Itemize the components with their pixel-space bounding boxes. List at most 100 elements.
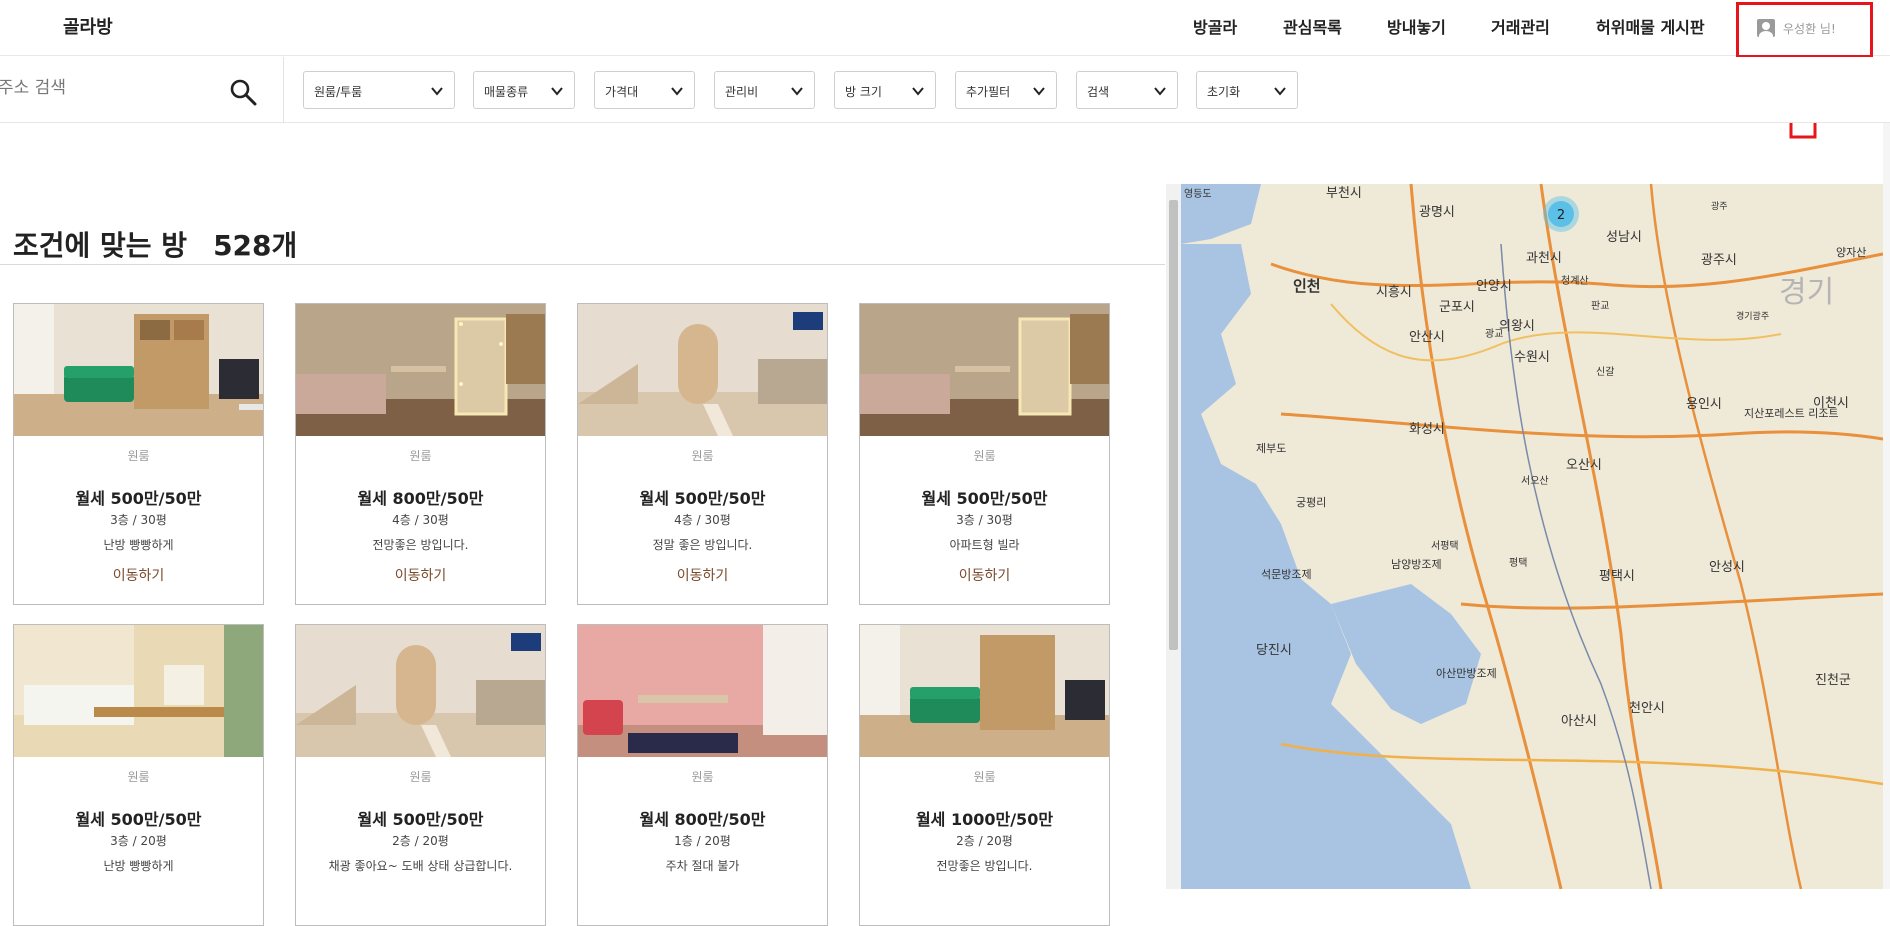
room-price: 월세 500만/50만 [921, 489, 1048, 508]
top-navbar: 골라방 방골라 관심목록 방내놓기 거래관리 허위매물 게시판 [0, 0, 1890, 56]
filter-label: 방 크기 [845, 85, 882, 99]
filter-label: 초기화 [1207, 85, 1241, 99]
filter-search[interactable]: 검색 [1076, 71, 1178, 109]
room-photo [860, 304, 1109, 436]
map-view[interactable]: 2 부천시 광명시 성남시 인천 과천시 광주시 시흥시 안양시 군포시 의왕시… [1181, 184, 1883, 889]
map-label: 광주 [1711, 200, 1728, 212]
map-label: 경기 [1779, 275, 1834, 310]
room-photo [296, 625, 545, 757]
room-type: 원룸 [973, 449, 996, 463]
room-type: 원룸 [409, 770, 432, 784]
search-icon[interactable] [228, 77, 258, 107]
map-label: 지산포레스트 리조트 [1744, 407, 1839, 420]
room-description: 채광 좋아요~ 도배 상태 상급합니다. [328, 859, 513, 873]
user-highlight-box: 우성환 님! [1736, 2, 1873, 58]
map-label: 수원시 [1514, 350, 1550, 365]
map-label: 광교 [1485, 328, 1503, 340]
room-type: 원룸 [691, 449, 714, 463]
filter-label: 가격대 [605, 85, 639, 99]
map-label: 성남시 [1606, 230, 1642, 245]
search-divider [283, 57, 284, 123]
room-type: 원룸 [691, 770, 714, 784]
chevron-down-icon [791, 87, 803, 96]
room-price: 월세 500만/50만 [357, 810, 484, 829]
map-label: 안양시 [1476, 279, 1512, 294]
map-label: 당진시 [1256, 643, 1292, 658]
results-title: 조건에 맞는 방 [13, 229, 188, 262]
filter-label: 관리비 [725, 85, 759, 99]
filter-property-kind[interactable]: 매물종류 [473, 71, 575, 109]
chevron-down-icon [671, 87, 683, 96]
go-to-room-link[interactable]: 이동하기 [296, 565, 545, 585]
filter-reset[interactable]: 초기화 [1196, 71, 1298, 109]
room-card[interactable]: 원룸 월세 500만/50만 4층 / 30평 정말 좋은 방입니다. 이동하기 [577, 303, 828, 605]
room-price: 월세 800만/50만 [357, 489, 484, 508]
map-label: 군포시 [1439, 300, 1475, 315]
room-card[interactable]: 원룸 월세 500만/50만 3층 / 20평 난방 빵빵하게 [13, 624, 264, 926]
room-card[interactable]: 원룸 월세 500만/50만 3층 / 30평 아파트형 빌라 이동하기 [859, 303, 1110, 605]
map-label: 아산시 [1561, 714, 1597, 729]
map-label: 용인시 [1686, 397, 1722, 412]
map-label: 제부도 [1256, 442, 1286, 455]
room-description: 난방 빵빵하게 [103, 538, 174, 552]
room-card[interactable]: 원룸 월세 500만/50만 3층 / 30평 난방 빵빵하게 이동하기 [13, 303, 264, 605]
map-label: 진천군 [1815, 673, 1851, 688]
go-to-room-link[interactable]: 이동하기 [14, 565, 263, 585]
room-card[interactable]: 원룸 월세 1000만/50만 2층 / 20평 전망좋은 방입니다. [859, 624, 1110, 926]
map-label: 안산시 [1409, 330, 1445, 345]
nav-item-fake-listing-board[interactable]: 허위매물 게시판 [1596, 14, 1705, 38]
room-type: 원룸 [127, 449, 150, 463]
nav-item-list-room[interactable]: 방내놓기 [1387, 14, 1446, 38]
filter-room-type[interactable]: 원룸/투룸 [303, 71, 455, 109]
filter-label: 원룸/투룸 [314, 85, 363, 99]
room-floor-size: 2층 / 20평 [956, 834, 1013, 848]
filter-maintenance-fee[interactable]: 관리비 [714, 71, 815, 109]
chevron-down-icon [431, 87, 443, 96]
room-type: 원룸 [973, 770, 996, 784]
map-cluster-count: 2 [1557, 208, 1565, 223]
map-label: 부천시 [1326, 186, 1362, 201]
nav-item-transactions[interactable]: 거래관리 [1491, 14, 1550, 38]
room-photo [14, 304, 263, 436]
map-label: 천안시 [1629, 701, 1665, 716]
map-label: 광명시 [1419, 205, 1455, 220]
nav-item-find-room[interactable]: 방골라 [1193, 14, 1237, 38]
map-label: 영등도 [1184, 188, 1212, 200]
room-price: 월세 800만/50만 [639, 810, 766, 829]
filter-extra[interactable]: 추가필터 [955, 71, 1057, 109]
filter-price-range[interactable]: 가격대 [594, 71, 695, 109]
room-floor-size: 2층 / 20평 [392, 834, 449, 848]
map-scrollbar-thumb[interactable] [1169, 200, 1178, 650]
room-description: 전망좋은 방입니다. [372, 538, 469, 552]
heading-divider [0, 264, 1165, 265]
room-photo [296, 304, 545, 436]
site-logo[interactable]: 골라방 [63, 13, 113, 39]
map-label: 석문방조제 [1261, 568, 1312, 581]
nav-item-favorites[interactable]: 관심목록 [1283, 14, 1342, 38]
room-card[interactable]: 원룸 월세 800만/50만 1층 / 20평 주차 절대 불가 [577, 624, 828, 926]
go-to-room-link[interactable]: 이동하기 [578, 565, 827, 585]
filter-label: 추가필터 [966, 85, 1011, 99]
room-type: 원룸 [409, 449, 432, 463]
room-floor-size: 4층 / 30평 [674, 513, 731, 527]
room-price: 월세 500만/50만 [75, 489, 202, 508]
chevron-down-icon [1033, 87, 1045, 96]
page-scrollbar[interactable] [1883, 123, 1890, 889]
results-count: 528개 [213, 229, 298, 262]
chevron-down-icon [551, 87, 563, 96]
room-card[interactable]: 원룸 월세 800만/50만 4층 / 30평 전망좋은 방입니다. 이동하기 [295, 303, 546, 605]
user-menu[interactable]: 우성환 님! [1757, 19, 1836, 37]
filter-room-size[interactable]: 방 크기 [834, 71, 936, 109]
go-to-room-link[interactable]: 이동하기 [860, 565, 1109, 585]
map-label: 오산시 [1566, 458, 1602, 473]
map-label: 서평택 [1431, 540, 1459, 552]
room-price: 월세 1000만/50만 [915, 810, 1054, 829]
room-floor-size: 3층 / 30평 [110, 513, 167, 527]
room-photo [578, 625, 827, 757]
chevron-down-icon [1154, 87, 1166, 96]
map-label: 평택 [1509, 557, 1527, 569]
filter-label: 매물종류 [484, 85, 529, 99]
address-search-input[interactable] [0, 71, 208, 105]
map-label: 신갈 [1596, 365, 1614, 378]
room-card[interactable]: 원룸 월세 500만/50만 2층 / 20평 채광 좋아요~ 도배 상태 상급… [295, 624, 546, 926]
